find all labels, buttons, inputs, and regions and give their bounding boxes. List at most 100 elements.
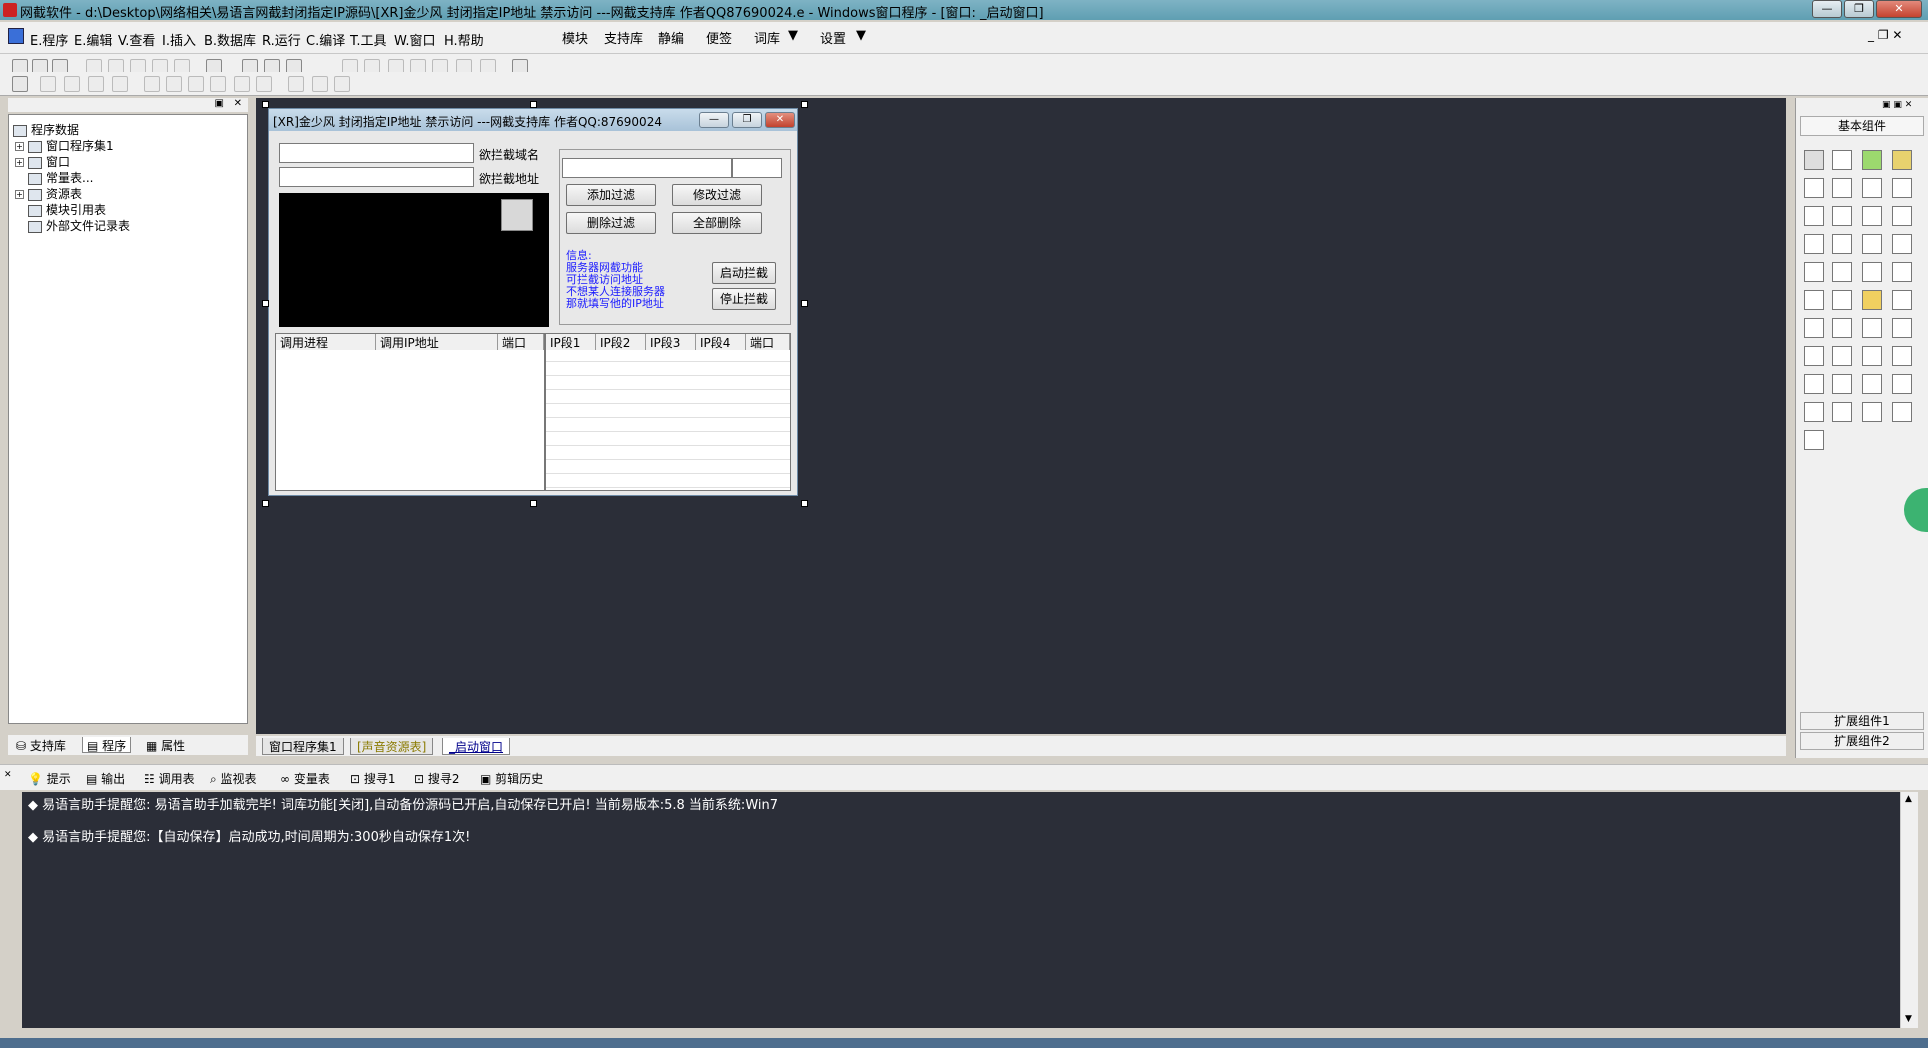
grid-comp-icon[interactable] bbox=[1804, 290, 1824, 310]
panel-close-icon[interactable]: ✕ bbox=[234, 98, 242, 109]
resize-handle[interactable] bbox=[262, 300, 269, 307]
delete-all-button[interactable]: 全部删除 bbox=[672, 212, 762, 234]
col-ip2[interactable]: IP段2 bbox=[596, 334, 646, 350]
tree-item-window-set[interactable]: + 窗口程序集1 bbox=[15, 137, 114, 154]
progress-icon[interactable] bbox=[1832, 234, 1852, 254]
menu-notes[interactable]: 便签 bbox=[706, 28, 732, 47]
col-ip3[interactable]: IP段3 bbox=[646, 334, 696, 350]
resize-handle[interactable] bbox=[262, 500, 269, 507]
tree-item-constants[interactable]: 常量表... bbox=[28, 169, 93, 186]
resize-handle[interactable] bbox=[530, 500, 537, 507]
lexicon-dropdown-icon[interactable]: ▼ bbox=[788, 28, 798, 43]
dialog-icon[interactable] bbox=[1892, 262, 1912, 282]
tab-control-icon[interactable] bbox=[1832, 262, 1852, 282]
tab-properties[interactable]: ▦ 属性 bbox=[142, 737, 189, 753]
spin-icon[interactable] bbox=[1862, 262, 1882, 282]
menu-insert[interactable]: I.插入 bbox=[162, 30, 196, 49]
line-icon[interactable] bbox=[1892, 178, 1912, 198]
form-icon[interactable] bbox=[1862, 374, 1882, 394]
timer-icon[interactable] bbox=[1804, 262, 1824, 282]
image-box[interactable] bbox=[279, 193, 549, 327]
tab-search2[interactable]: ⊡ 搜寻2 bbox=[414, 770, 460, 787]
resize-handle[interactable] bbox=[530, 101, 537, 108]
resize-handle[interactable] bbox=[801, 300, 808, 307]
menu-support-lib[interactable]: 支持库 bbox=[604, 28, 643, 47]
space-v-icon[interactable] bbox=[210, 76, 226, 92]
menu-tools[interactable]: T.工具 bbox=[350, 30, 387, 49]
text-icon[interactable] bbox=[1862, 178, 1882, 198]
start-intercept-button[interactable]: 启动拦截 bbox=[712, 262, 776, 284]
toolbar-comp-icon[interactable] bbox=[1832, 290, 1852, 310]
same-height-icon[interactable] bbox=[256, 76, 272, 92]
col-grid-port[interactable]: 端口 bbox=[746, 334, 790, 350]
menu-edit[interactable]: E.编辑 bbox=[74, 30, 112, 49]
edit-filter-button[interactable]: 修改过滤 bbox=[672, 184, 762, 206]
table-icon[interactable] bbox=[1804, 234, 1824, 254]
align-right-icon[interactable] bbox=[64, 76, 80, 92]
maximize-button[interactable]: ❐ bbox=[1844, 0, 1874, 18]
process-list[interactable]: 调用进程 调用IP地址 端口 bbox=[275, 333, 545, 491]
align-top-icon[interactable] bbox=[88, 76, 104, 92]
center-h-icon[interactable] bbox=[144, 76, 160, 92]
data-icon[interactable] bbox=[1892, 374, 1912, 394]
menu-window[interactable]: W.窗口 bbox=[394, 30, 436, 49]
tab-clip-history[interactable]: ▣ 剪辑历史 bbox=[480, 770, 543, 787]
menu-compile[interactable]: C.编译 bbox=[306, 30, 345, 49]
ext-components-2[interactable]: 扩展组件2 bbox=[1800, 732, 1924, 750]
phone-icon[interactable] bbox=[1832, 374, 1852, 394]
chart-icon[interactable] bbox=[1862, 402, 1882, 422]
tree-item-window[interactable]: + 窗口 bbox=[15, 153, 70, 170]
basic-components-header[interactable]: 基本组件 bbox=[1800, 116, 1924, 136]
checkbox-icon[interactable] bbox=[1804, 206, 1824, 226]
size-height-icon[interactable] bbox=[312, 76, 328, 92]
scroll-down-icon[interactable]: ▼ bbox=[1905, 1014, 1912, 1024]
add-filter-button[interactable]: 添加过滤 bbox=[566, 184, 656, 206]
resize-handle[interactable] bbox=[262, 101, 269, 108]
col-port[interactable]: 端口 bbox=[498, 334, 544, 350]
panel-controls[interactable]: ▣ ▣ ✕ bbox=[1882, 100, 1912, 110]
output-panel[interactable]: ◆ 易语言助手提醒您: 易语言助手加载完毕! 词库功能[关闭],自动备份源码已开… bbox=[22, 792, 1900, 1028]
center-v-icon[interactable] bbox=[166, 76, 182, 92]
picture-box-icon[interactable] bbox=[1862, 150, 1882, 170]
ext-components-1[interactable]: 扩展组件1 bbox=[1800, 712, 1924, 730]
shape-icon[interactable] bbox=[1892, 150, 1912, 170]
ip-filter-grid[interactable]: IP段1 IP段2 IP段3 IP段4 端口 bbox=[545, 333, 791, 491]
clock-icon[interactable] bbox=[1804, 346, 1824, 366]
odbc-icon[interactable] bbox=[1892, 402, 1912, 422]
tree-item-module-refs[interactable]: 模块引用表 bbox=[28, 201, 106, 218]
database-icon[interactable] bbox=[1832, 402, 1852, 422]
frame-icon[interactable] bbox=[1832, 178, 1852, 198]
menu-help[interactable]: H.帮助 bbox=[444, 30, 484, 49]
tree-item-external-files[interactable]: 外部文件记录表 bbox=[28, 217, 130, 234]
split-icon[interactable] bbox=[1862, 318, 1882, 338]
col-process[interactable]: 调用进程 bbox=[276, 334, 376, 350]
filter-input-2[interactable] bbox=[732, 158, 782, 178]
output-close-icon[interactable]: ✕ bbox=[4, 770, 12, 780]
domain-input[interactable] bbox=[279, 143, 474, 163]
network-icon[interactable] bbox=[1862, 346, 1882, 366]
slider-icon[interactable] bbox=[1892, 234, 1912, 254]
tab-program[interactable]: ▤ 程序 bbox=[82, 737, 132, 753]
form-minimize-button[interactable]: — bbox=[699, 112, 729, 128]
tab-call-stack[interactable]: ☷ 调用表 bbox=[144, 770, 195, 787]
grid-icon[interactable] bbox=[12, 76, 28, 92]
size-both-icon[interactable] bbox=[334, 76, 350, 92]
tree-icon[interactable] bbox=[1804, 402, 1824, 422]
size-width-icon[interactable] bbox=[288, 76, 304, 92]
server-icon[interactable] bbox=[1804, 374, 1824, 394]
tab-sound-resources[interactable]: [声音资源表] bbox=[350, 738, 434, 755]
col-ip1[interactable]: IP段1 bbox=[546, 334, 596, 350]
form-close-button[interactable]: ✕ bbox=[765, 112, 795, 128]
scroll-icon[interactable] bbox=[1862, 234, 1882, 254]
menu-modules[interactable]: 模块 bbox=[562, 28, 588, 47]
space-h-icon[interactable] bbox=[188, 76, 204, 92]
col-ip4[interactable]: IP段4 bbox=[696, 334, 746, 350]
mdi-window-controls[interactable]: _ ❐ ✕ bbox=[1868, 28, 1902, 42]
menu-view[interactable]: V.查看 bbox=[118, 30, 155, 49]
edit-box-icon[interactable] bbox=[1804, 178, 1824, 198]
filter-input-1[interactable] bbox=[562, 158, 732, 178]
form-designer-window[interactable]: [XR]金少风 封闭指定IP地址 禁示访问 ---网截支持库 作者QQ:8769… bbox=[268, 108, 798, 496]
form-maximize-button[interactable]: ❐ bbox=[732, 112, 762, 128]
address-input[interactable] bbox=[279, 167, 474, 187]
stop-intercept-button[interactable]: 停止拦截 bbox=[712, 288, 776, 310]
